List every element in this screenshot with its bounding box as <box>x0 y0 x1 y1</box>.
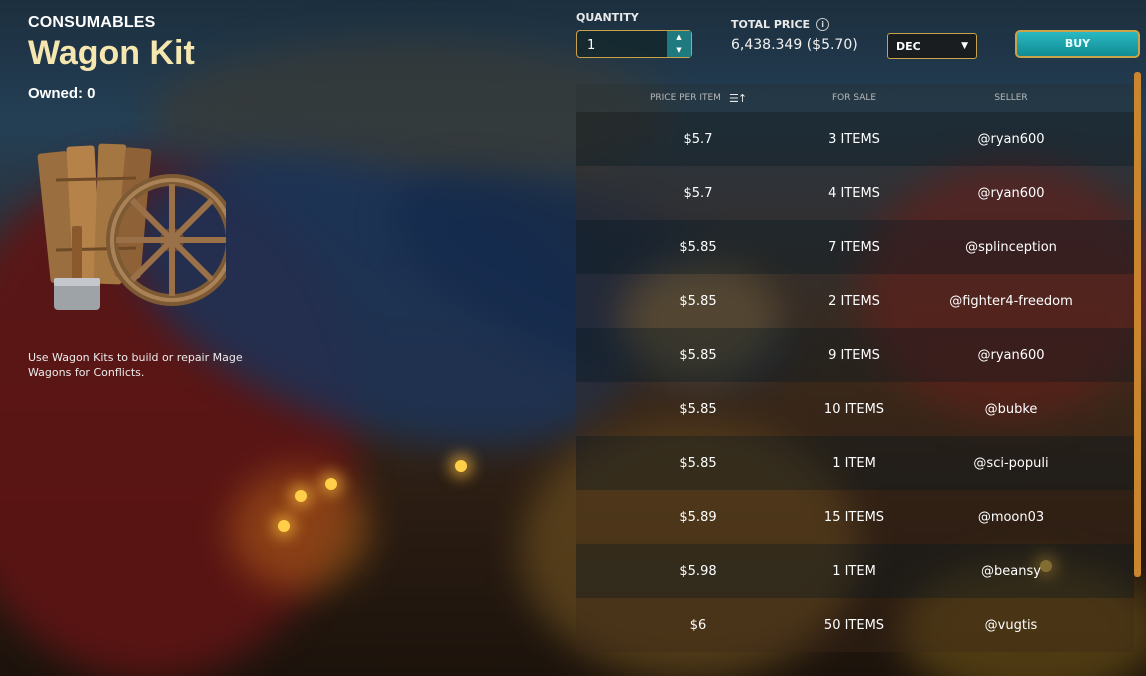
seller-cell: @bubke <box>984 401 1038 417</box>
table-row[interactable]: $5.85 9 ITEMS @ryan600 <box>576 328 1134 382</box>
for-sale-cell: 9 ITEMS <box>828 347 880 363</box>
total-price-label: TOTAL PRICE i <box>731 18 830 31</box>
price-cell: $5.85 <box>679 455 717 471</box>
wagon-kit-image <box>37 143 226 310</box>
price-cell: $5.85 <box>679 347 717 363</box>
seller-cell: @ryan600 <box>977 185 1045 201</box>
for-sale-cell: 1 ITEM <box>832 563 876 579</box>
table-header: PRICE PER ITEM ☰↑ FOR SALE SELLER <box>576 84 1134 112</box>
for-sale-cell: 15 ITEMS <box>823 509 885 525</box>
for-sale-cell: 10 ITEMS <box>823 401 885 417</box>
quantity-input[interactable] <box>577 31 677 59</box>
for-sale-cell: 1 ITEM <box>832 455 876 471</box>
seller-cell: @beansy <box>981 563 1041 579</box>
total-price-value: 6,438.349 ($5.70) <box>731 37 858 53</box>
for-sale-column-header[interactable]: FOR SALE <box>820 93 888 103</box>
price-column-header[interactable]: PRICE PER ITEM ☰↑ <box>576 92 820 105</box>
info-icon[interactable]: i <box>816 18 830 31</box>
for-sale-cell: 2 ITEMS <box>828 293 880 309</box>
price-cell: $5.85 <box>679 401 717 417</box>
table-row[interactable]: $5.85 10 ITEMS @bubke <box>576 382 1134 436</box>
seller-column-header[interactable]: SELLER <box>888 93 1134 103</box>
table-row[interactable]: $5.85 7 ITEMS @splinception <box>576 220 1134 274</box>
table-row[interactable]: $5.7 3 ITEMS @ryan600 <box>576 112 1134 166</box>
currency-selected-value: DEC <box>896 39 921 53</box>
seller-cell: @sci-populi <box>973 455 1049 471</box>
for-sale-cell: 4 ITEMS <box>828 185 880 201</box>
table-scrollbar[interactable] <box>1134 72 1141 577</box>
price-header-label: PRICE PER ITEM <box>649 93 721 103</box>
currency-select[interactable]: DEC ▼ <box>887 33 977 59</box>
chevron-down-icon: ▼ <box>961 41 968 51</box>
price-cell: $5.85 <box>679 239 717 255</box>
table-body: $5.7 3 ITEMS @ryan600 $5.7 4 ITEMS @ryan600 $5… <box>576 112 1134 652</box>
quantity-stepper[interactable]: ▲ ▼ <box>576 30 692 59</box>
table-row[interactable]: $5.85 2 ITEMS @fighter4-freedom <box>576 274 1134 328</box>
quantity-stepper-buttons[interactable]: ▲ ▼ <box>667 31 691 57</box>
item-title: Wagon Kit <box>28 34 195 72</box>
table-row[interactable]: $5.7 4 ITEMS @ryan600 <box>576 166 1134 220</box>
seller-cell: @splinception <box>965 239 1057 255</box>
price-cell: $5.7 <box>683 185 713 201</box>
table-row[interactable]: $5.89 15 ITEMS @moon03 <box>576 490 1134 544</box>
listings-table: PRICE PER ITEM ☰↑ FOR SALE SELLER $5.7 3 … <box>576 84 1134 652</box>
seller-cell: @ryan600 <box>977 131 1045 147</box>
chevron-down-icon[interactable]: ▼ <box>667 44 691 57</box>
owned-count: Owned: 0 <box>28 85 96 102</box>
chevron-up-icon[interactable]: ▲ <box>667 31 691 44</box>
for-sale-cell: 7 ITEMS <box>828 239 880 255</box>
for-sale-cell: 50 ITEMS <box>823 617 885 633</box>
item-description: Use Wagon Kits to build or repair Mage W… <box>28 351 243 379</box>
sort-ascending-icon[interactable]: ☰↑ <box>729 92 747 105</box>
price-cell: $5.98 <box>679 563 717 579</box>
table-row[interactable]: $6 50 ITEMS @vugtis <box>576 598 1134 652</box>
price-cell: $5.85 <box>679 293 717 309</box>
seller-cell: @ryan600 <box>977 347 1045 363</box>
table-row[interactable]: $5.98 1 ITEM @beansy <box>576 544 1134 598</box>
buy-button[interactable]: BUY <box>1015 30 1140 58</box>
seller-cell: @fighter4-freedom <box>949 293 1073 309</box>
for-sale-cell: 3 ITEMS <box>828 131 880 147</box>
seller-cell: @moon03 <box>977 509 1045 525</box>
table-row[interactable]: $5.85 1 ITEM @sci-populi <box>576 436 1134 490</box>
price-cell: $6 <box>689 617 707 633</box>
total-price-label-text: TOTAL PRICE <box>731 18 811 31</box>
price-cell: $5.7 <box>683 131 713 147</box>
seller-cell: @vugtis <box>984 617 1038 633</box>
quantity-label: QUANTITY <box>576 11 639 24</box>
item-category: CONSUMABLES <box>28 14 156 31</box>
price-cell: $5.89 <box>679 509 717 525</box>
